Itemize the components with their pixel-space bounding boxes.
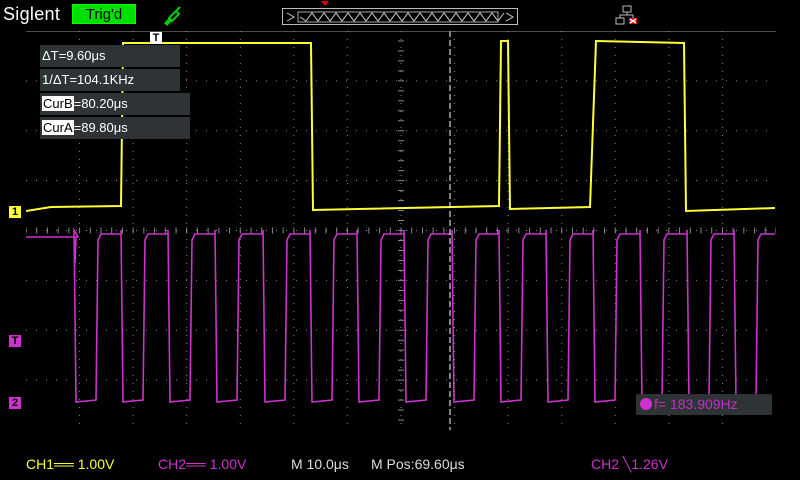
memory-position-indicator[interactable] — [282, 8, 518, 25]
ch2-scale[interactable]: CH2══ 1.00V — [158, 456, 246, 472]
trigger-position-arrow-icon — [321, 1, 329, 6]
cursor-a-label: CurA — [42, 120, 74, 135]
cursor-b-readout: CurB=80.20μs — [40, 93, 190, 115]
delta-t-readout: ΔT=9.60μs — [40, 45, 180, 67]
cursor-a-readout: CurA=89.80μs — [40, 117, 190, 139]
trigger-setting[interactable]: CH2 ╲1.26V — [591, 456, 668, 473]
bottom-status-bar: CH1══ 1.00V CH2══ 1.00V M 10.0μs M Pos:6… — [0, 450, 800, 480]
cursor-a-value: =89.80μs — [73, 120, 128, 135]
frequency-readout: f= 183.909Hz — [636, 394, 772, 415]
brand-logo: Siglent — [3, 4, 61, 24]
horizontal-position[interactable]: M Pos:69.60μs — [371, 456, 465, 472]
cursor-b-value: =80.20μs — [73, 96, 128, 111]
trigger-time-marker: T — [150, 32, 162, 44]
frequency-source-icon — [640, 398, 652, 410]
ch1-scale[interactable]: CH1══ 1.00V — [26, 456, 114, 472]
inverse-delta-t-readout: 1/ΔT=104.1KHz — [40, 69, 180, 91]
trigger-level-marker: T — [9, 335, 21, 347]
network-disconnected-icon — [615, 5, 637, 25]
timebase-scale[interactable]: M 10.0μs — [291, 456, 349, 472]
ch2-level-marker: 2 — [9, 397, 21, 409]
ch1-level-marker: 1 — [9, 206, 21, 218]
trigger-status-badge: Trig'd — [72, 4, 136, 24]
top-status-bar: Siglent Trig'd — [0, 0, 800, 30]
probe-icon — [164, 6, 181, 26]
cursor-b-label: CurB — [42, 96, 74, 111]
frequency-value: f= 183.909Hz — [654, 396, 738, 412]
